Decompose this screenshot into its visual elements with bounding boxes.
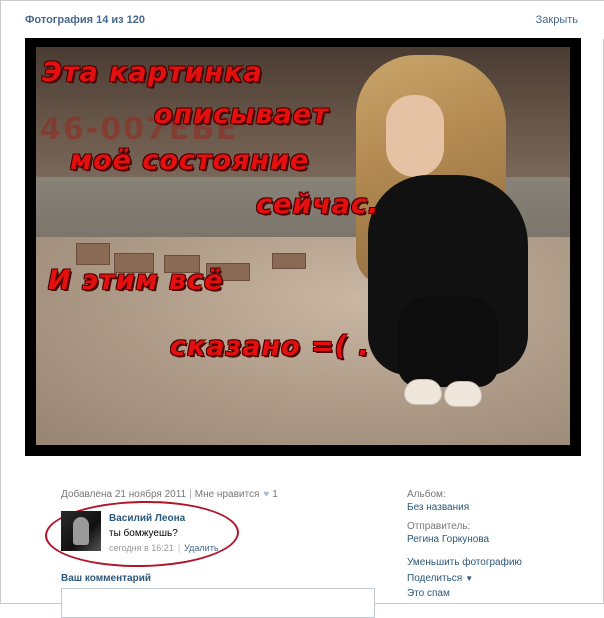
photo-brick: [272, 253, 306, 269]
caption-line-4: сейчас.: [256, 189, 380, 220]
comment-composer-label: Ваш комментарий: [61, 573, 152, 584]
comment-meta-separator: |: [177, 543, 181, 553]
delete-comment-button[interactable]: Удалить: [184, 543, 218, 553]
caption-line-5: И этим всё: [48, 265, 224, 296]
photo-meta: Добавлена 21 ноября 2011 | Мне нравится ♥ 1: [61, 489, 278, 500]
close-link[interactable]: Закрыть: [536, 14, 578, 26]
photo-shoe-right: [444, 381, 482, 407]
meta-separator: |: [189, 489, 192, 500]
sender-link[interactable]: Регина Горкунова: [407, 534, 587, 545]
viewer-header: Фотография 14 из 120 Закрыть: [1, 1, 604, 39]
avatar-figure: [73, 517, 89, 545]
photo-container[interactable]: 46-007ЕБЕ Эта картинка описывает моё сос…: [25, 38, 581, 456]
caption-line-6: сказано =( .: [170, 331, 370, 362]
photo-girl-face: [386, 95, 444, 177]
spam-link[interactable]: Это спам: [407, 588, 587, 599]
comment-text: ты бомжуешь?: [109, 528, 178, 539]
photo-girl-legs: [398, 297, 498, 387]
like-button[interactable]: Мне нравится: [195, 489, 260, 500]
like-count: 1: [272, 489, 278, 500]
added-date: Добавлена 21 ноября 2011: [61, 489, 187, 500]
photo-brick: [76, 243, 110, 265]
comment-time[interactable]: сегодня в 16:21: [109, 543, 174, 553]
comment-input[interactable]: [61, 588, 375, 618]
caption-line-2: описывает: [154, 99, 329, 130]
chevron-down-icon[interactable]: ▼: [465, 574, 473, 583]
caption-line-1: Эта картинка: [42, 57, 263, 88]
photo-viewer: Фотография 14 из 120 Закрыть 46-007ЕБЕ Э…: [0, 0, 604, 618]
share-row[interactable]: Поделиться ▼: [407, 572, 587, 584]
album-link[interactable]: Без названия: [407, 502, 587, 513]
comment-meta: сегодня в 16:21 | Удалить: [109, 543, 219, 553]
comment-item: Василий Леона ты бомжуешь? сегодня в 16:…: [61, 509, 361, 557]
heart-icon[interactable]: ♥: [263, 489, 269, 500]
photo-counter: Фотография 14 из 120: [25, 14, 146, 26]
shrink-photo-link[interactable]: Уменьшить фотографию: [407, 557, 587, 568]
caption-line-3: моё состояние: [70, 145, 310, 176]
photo-sidebar: Альбом: Без названия Отправитель: Регина…: [407, 489, 587, 599]
album-label: Альбом:: [407, 489, 446, 500]
share-link[interactable]: Поделиться: [407, 573, 462, 584]
avatar[interactable]: [61, 511, 101, 551]
photo-info: Добавлена 21 ноября 2011 | Мне нравится ♥ 1 …: [1, 457, 604, 618]
photo-shoe-left: [404, 379, 442, 405]
sender-label: Отправитель:: [407, 521, 471, 532]
photo-image[interactable]: 46-007ЕБЕ Эта картинка описывает моё сос…: [36, 47, 570, 445]
comment-author[interactable]: Василий Леона: [109, 513, 185, 524]
